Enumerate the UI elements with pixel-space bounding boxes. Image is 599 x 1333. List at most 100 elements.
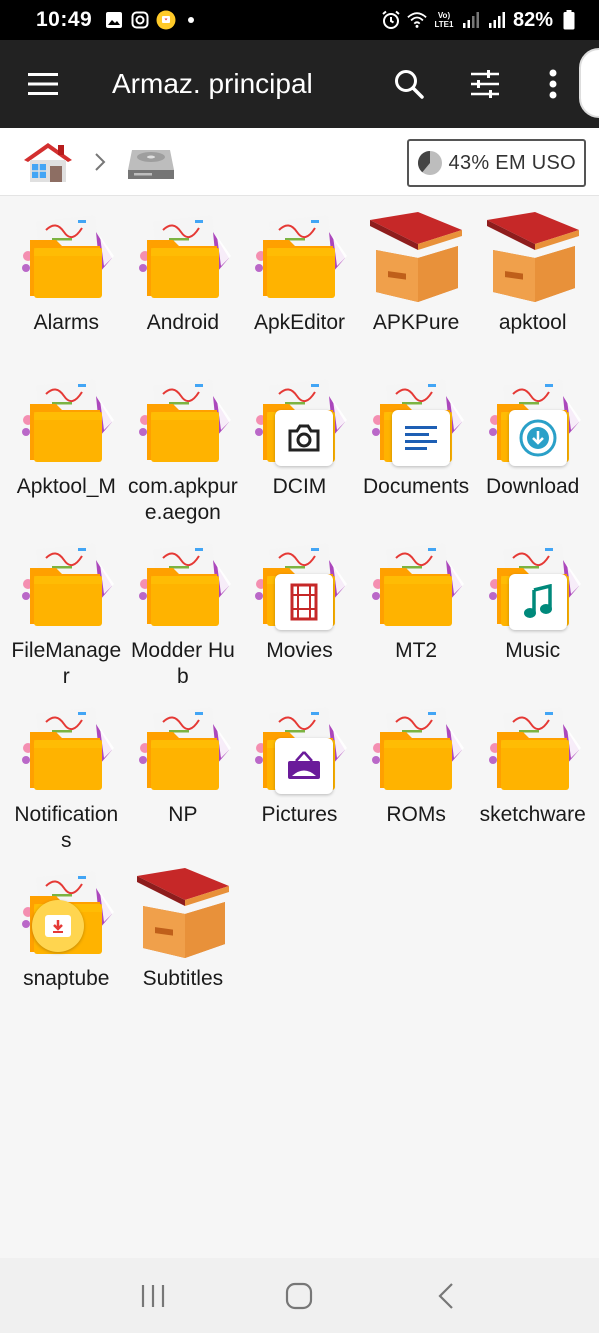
chevron-right-icon bbox=[88, 150, 112, 174]
search-icon bbox=[395, 70, 424, 99]
folder-item[interactable]: Subtitles bbox=[125, 856, 242, 1020]
home-icon[interactable] bbox=[22, 140, 74, 184]
folder-item[interactable]: Notifications bbox=[8, 692, 125, 856]
search-button[interactable] bbox=[381, 56, 437, 112]
filter-button[interactable] bbox=[457, 56, 513, 112]
battery-percent: 82% bbox=[512, 8, 553, 31]
folder-name: Alarms bbox=[33, 311, 99, 334]
battery-icon bbox=[559, 10, 579, 30]
folder-item[interactable]: APKPure bbox=[358, 200, 475, 364]
folder-item[interactable]: snaptube bbox=[8, 856, 125, 1020]
folder-icon bbox=[249, 538, 349, 634]
folder-icon bbox=[16, 210, 116, 306]
folder-item[interactable]: Download bbox=[474, 364, 591, 528]
navigation-bar bbox=[0, 1258, 599, 1333]
edge-panel-handle[interactable] bbox=[579, 48, 599, 118]
folder-icon bbox=[16, 538, 116, 634]
folder-icon bbox=[133, 374, 233, 470]
folder-icon bbox=[366, 374, 466, 470]
storage-usage-button[interactable]: 43% EM USO bbox=[406, 139, 586, 187]
folder-item[interactable]: apktool bbox=[474, 200, 591, 364]
folder-icon bbox=[483, 374, 583, 470]
folder-name: Apktool_M bbox=[16, 475, 116, 498]
folder-icon bbox=[16, 374, 116, 470]
folder-item[interactable]: Android bbox=[125, 200, 242, 364]
folder-item[interactable]: sketchware bbox=[474, 692, 591, 856]
signal-2-icon bbox=[487, 10, 507, 30]
folder-icon bbox=[249, 702, 349, 798]
wifi-icon bbox=[407, 10, 427, 30]
folder-item[interactable]: FileManager bbox=[8, 528, 125, 692]
alarm-icon bbox=[381, 10, 401, 30]
folder-name: snaptube bbox=[23, 967, 110, 990]
folder-item[interactable]: ApkEditor bbox=[241, 200, 358, 364]
folder-name: ApkEditor bbox=[253, 311, 345, 334]
folder-item[interactable]: Alarms bbox=[8, 200, 125, 364]
status-bar: 10:49 Vo) LTE1 82% bbox=[0, 0, 599, 40]
folder-name: MT2 bbox=[395, 639, 438, 662]
signal-icon bbox=[461, 10, 481, 30]
folder-item[interactable]: NP bbox=[125, 692, 242, 856]
folder-icon bbox=[483, 538, 583, 634]
filter-icon bbox=[471, 70, 499, 98]
volte-label: Vo) LTE1 bbox=[434, 11, 454, 29]
pie-usage-icon bbox=[417, 151, 442, 175]
open-box-icon bbox=[366, 210, 466, 306]
instagram-notification-icon bbox=[130, 10, 150, 30]
folder-icon bbox=[133, 210, 233, 306]
folder-name: NP bbox=[168, 803, 198, 826]
folder-icon bbox=[366, 702, 466, 798]
back-icon bbox=[438, 1282, 453, 1309]
folder-name: Pictures bbox=[261, 803, 338, 826]
hard-disk-icon[interactable] bbox=[126, 142, 176, 182]
gallery-notification-icon bbox=[104, 10, 124, 30]
folder-name: apktool bbox=[498, 311, 567, 334]
folder-icon bbox=[249, 374, 349, 470]
folder-grid: Alarms Android ApkEditor APKPure apktool Apkt… bbox=[8, 200, 591, 1020]
open-box-icon bbox=[483, 210, 583, 306]
folder-icon bbox=[133, 702, 233, 798]
folder-icon bbox=[249, 210, 349, 306]
home-button[interactable] bbox=[269, 1266, 329, 1326]
folder-name: DCIM bbox=[272, 475, 327, 498]
folder-name: Android bbox=[146, 311, 220, 334]
menu-icon bbox=[28, 73, 58, 95]
back-button[interactable] bbox=[416, 1266, 476, 1326]
folder-name: Documents bbox=[362, 475, 470, 498]
breadcrumb: 43% EM USO bbox=[0, 128, 599, 196]
more-vert-icon bbox=[549, 69, 557, 99]
folder-icon bbox=[16, 866, 116, 962]
folder-name: sketchware bbox=[479, 803, 586, 826]
menu-button[interactable] bbox=[16, 56, 72, 112]
recent-apps-icon bbox=[142, 1284, 165, 1307]
folder-name: Notifications bbox=[14, 803, 119, 852]
folder-item[interactable]: com.apkpure.aegon bbox=[125, 364, 242, 528]
home-button-icon bbox=[286, 1282, 313, 1309]
folder-item[interactable]: Movies bbox=[241, 528, 358, 692]
folder-item[interactable]: Modder Hub bbox=[125, 528, 242, 692]
folder-item[interactable]: Music bbox=[474, 528, 591, 692]
download-icon bbox=[508, 410, 567, 466]
picture-icon bbox=[275, 738, 334, 794]
folder-item[interactable]: DCIM bbox=[241, 364, 358, 528]
folder-item[interactable]: Documents bbox=[358, 364, 475, 528]
open-box-icon bbox=[133, 866, 233, 962]
status-time: 10:49 bbox=[36, 8, 93, 31]
folder-item[interactable]: Pictures bbox=[241, 692, 358, 856]
folder-name: APKPure bbox=[372, 311, 460, 334]
folder-name: Modder Hub bbox=[130, 639, 235, 688]
folder-name: FileManager bbox=[11, 639, 122, 688]
folder-item[interactable]: MT2 bbox=[358, 528, 475, 692]
folder-name: Download bbox=[485, 475, 580, 498]
folder-name: Movies bbox=[266, 639, 333, 662]
folder-icon bbox=[366, 538, 466, 634]
film-icon bbox=[275, 574, 334, 630]
snaptube-icon bbox=[32, 900, 85, 952]
notification-dot bbox=[188, 17, 195, 23]
more-options-button[interactable] bbox=[533, 56, 573, 112]
folder-item[interactable]: Apktool_M bbox=[8, 364, 125, 528]
folder-name: Subtitles bbox=[142, 967, 224, 990]
recent-apps-button[interactable] bbox=[123, 1266, 183, 1326]
folder-item[interactable]: ROMs bbox=[358, 692, 475, 856]
music-note-icon bbox=[508, 574, 567, 630]
